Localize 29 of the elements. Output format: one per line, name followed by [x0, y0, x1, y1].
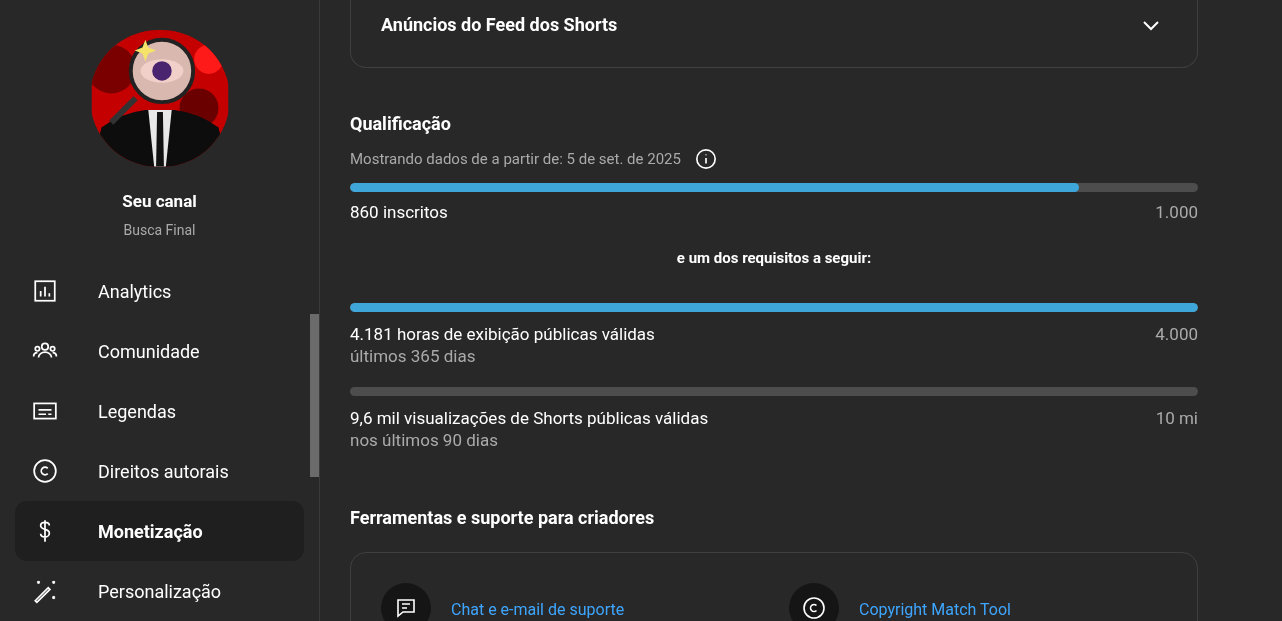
- requirement-period: nos últimos 90 dias: [350, 428, 499, 451]
- bar-chart-icon: [32, 278, 58, 304]
- requirement-label: 9,6 mil visualizações de Shorts públicas válidas: [350, 406, 709, 429]
- info-icon[interactable]: [694, 148, 717, 171]
- requirement-target: 4.000: [1155, 322, 1198, 345]
- subscribers-count: 860 inscritos: [350, 200, 448, 224]
- sidebar-item[interactable]: Monetização: [15, 501, 304, 561]
- support-link[interactable]: Chat e e-mail de suporte: [451, 597, 625, 621]
- data-date-note: Mostrando dados de a partir de: 5 de set. de 2025: [350, 149, 681, 170]
- support-link[interactable]: Copyright Match Tool: [859, 597, 1011, 621]
- magic-wand-icon: [32, 578, 58, 604]
- copyright-icon: [32, 458, 58, 484]
- subscribers-target: 1.000: [1155, 200, 1198, 224]
- sidebar-item[interactable]: Direitos autorais: [15, 441, 304, 501]
- requirement-target: 10 mi: [1155, 406, 1198, 429]
- section-title: Qualificação: [350, 112, 452, 136]
- section-title: Ferramentas e suporte para criadores: [350, 505, 656, 530]
- scrollbar[interactable]: [310, 314, 319, 477]
- copyright-icon: [802, 595, 826, 620]
- sidebar-item[interactable]: Personalização: [15, 561, 304, 621]
- sidebar-item[interactable]: Legendas: [15, 381, 304, 441]
- channel-title: Seu canal: [122, 189, 197, 213]
- requirement-note: e um dos requisitos a seguir:: [675, 248, 873, 269]
- channel-name: Busca Final: [123, 221, 196, 240]
- sidebar-item[interactable]: Analytics: [15, 261, 304, 321]
- requirement-label: 4.181 horas de exibição públicas válidas: [350, 322, 655, 345]
- requirement-period: últimos 365 dias: [350, 344, 477, 367]
- sidebar-item[interactable]: Comunidade: [15, 321, 304, 381]
- ads-section-card[interactable]: Anúncios do Feed dos Shorts: [350, 0, 1198, 68]
